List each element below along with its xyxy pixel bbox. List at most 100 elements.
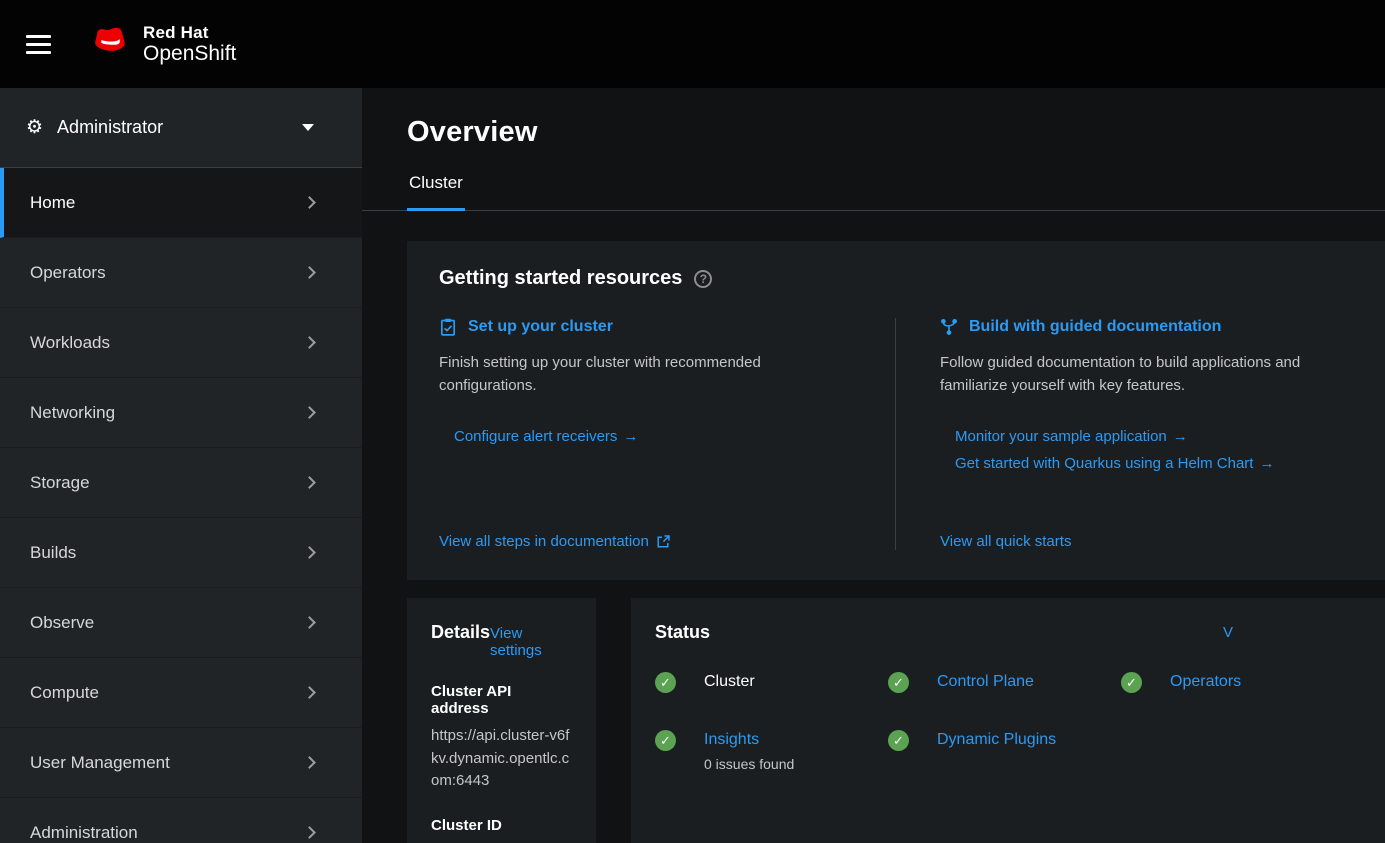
status-item-insights: ✓ Insights 0 issues found — [655, 731, 888, 772]
setup-cluster-link[interactable]: Set up your cluster — [439, 318, 867, 336]
details-card: Details View settings Cluster API addres… — [407, 598, 596, 843]
details-card-header: Details View settings — [431, 622, 572, 659]
sidebar-item-administration[interactable]: Administration — [0, 798, 362, 843]
operators-link[interactable]: Operators — [1170, 673, 1241, 691]
view-settings-link[interactable]: View settings — [490, 625, 572, 659]
link-label: Configure alert receivers — [454, 428, 617, 445]
hamburger-menu-icon[interactable] — [26, 35, 51, 54]
chevron-right-icon — [303, 196, 316, 209]
guided-documentation-column: Build with guided documentation Follow g… — [895, 318, 1385, 550]
sidebar-item-label: Home — [30, 193, 75, 213]
dashboard-cards-row: Details View settings Cluster API addres… — [407, 598, 1385, 843]
status-cluster-label: Cluster — [704, 673, 755, 691]
guided-links: Monitor your sample application → Get sta… — [940, 418, 1363, 482]
sidebar-item-storage[interactable]: Storage — [0, 448, 362, 518]
guided-documentation-description: Follow guided documentation to build app… — [940, 351, 1363, 398]
status-card-title: Status — [655, 622, 710, 642]
view-all-steps-link[interactable]: View all steps in documentation — [439, 533, 867, 550]
control-plane-link[interactable]: Control Plane — [937, 673, 1034, 691]
perspective-label: Administrator — [57, 117, 163, 138]
sidebar-nav: ⚙ Administrator Home Operators Workloads… — [0, 88, 362, 843]
chevron-right-icon — [303, 826, 316, 839]
chevron-right-icon — [303, 686, 316, 699]
status-card: Status V ✓ Cluster ✓ Control Plane ✓ Ope… — [631, 598, 1385, 843]
getting-started-columns: Set up your cluster Finish setting up yo… — [431, 318, 1385, 550]
view-all-quick-starts-link[interactable]: View all quick starts — [940, 533, 1363, 550]
configure-alert-receivers-link[interactable]: Configure alert receivers → — [439, 428, 867, 445]
tab-cluster[interactable]: Cluster — [407, 173, 465, 211]
insights-wrap: Insights 0 issues found — [704, 731, 794, 772]
cluster-api-address-label: Cluster API address — [431, 683, 572, 717]
guided-route-icon — [940, 318, 958, 336]
arrow-right-icon: → — [1259, 455, 1274, 472]
sidebar-item-label: Observe — [30, 613, 94, 633]
dashboard-content: Getting started resources ? Set up your … — [362, 211, 1385, 843]
chevron-right-icon — [303, 406, 316, 419]
check-circle-icon: ✓ — [655, 730, 676, 751]
sidebar-item-label: Administration — [30, 823, 138, 843]
sidebar-item-label: Builds — [30, 543, 76, 563]
check-circle-icon: ✓ — [655, 672, 676, 693]
arrow-right-icon: → — [623, 428, 638, 445]
sidebar-item-label: Compute — [30, 683, 99, 703]
insights-link[interactable]: Insights — [704, 731, 794, 749]
link-label: Get started with Quarkus using a Helm Ch… — [955, 455, 1253, 472]
sidebar-item-label: Storage — [30, 473, 90, 493]
perspective-switcher[interactable]: ⚙ Administrator — [0, 88, 362, 168]
sidebar-item-label: Workloads — [30, 333, 110, 353]
brand-logo[interactable]: Red Hat OpenShift — [87, 23, 236, 66]
status-item-dynamic-plugins: ✓ Dynamic Plugins — [888, 731, 1121, 772]
check-circle-icon: ✓ — [888, 672, 909, 693]
setup-cluster-description: Finish setting up your cluster with reco… — [439, 351, 799, 398]
sidebar-item-builds[interactable]: Builds — [0, 518, 362, 588]
page-header: Overview — [362, 88, 1385, 155]
quarkus-helm-chart-link[interactable]: Get started with Quarkus using a Helm Ch… — [940, 455, 1363, 472]
brand-text: Red Hat OpenShift — [143, 23, 236, 66]
link-label: View all steps in documentation — [439, 533, 649, 550]
status-grid: ✓ Cluster ✓ Control Plane ✓ Operators ✓ — [655, 673, 1361, 772]
details-card-title: Details — [431, 622, 490, 643]
tab-bar: Cluster — [362, 173, 1385, 211]
chevron-right-icon — [303, 616, 316, 629]
getting-started-title: Getting started resources — [439, 267, 682, 290]
chevron-right-icon — [303, 266, 316, 279]
monitor-sample-application-link[interactable]: Monitor your sample application → — [940, 428, 1363, 445]
status-item-control-plane: ✓ Control Plane — [888, 673, 1121, 693]
status-card-action-link-clipped[interactable]: V — [1223, 624, 1233, 641]
cluster-id-label: Cluster ID — [431, 817, 572, 834]
setup-links: Configure alert receivers → — [439, 418, 867, 455]
status-item-cluster: ✓ Cluster — [655, 673, 888, 693]
getting-started-header: Getting started resources ? — [431, 267, 1385, 290]
caret-down-icon — [302, 124, 314, 131]
arrow-right-icon: → — [1173, 428, 1188, 445]
help-question-icon[interactable]: ? — [694, 270, 712, 288]
page-title: Overview — [407, 116, 1385, 149]
chevron-right-icon — [303, 546, 316, 559]
cluster-api-address-value: https://api.cluster-v6fkv.dynamic.opentl… — [431, 725, 572, 793]
sidebar-item-operators[interactable]: Operators — [0, 238, 362, 308]
insights-issues-found: 0 issues found — [704, 756, 794, 772]
clipboard-check-icon — [439, 318, 457, 336]
sidebar-item-workloads[interactable]: Workloads — [0, 308, 362, 378]
check-circle-icon: ✓ — [888, 730, 909, 751]
dynamic-plugins-link[interactable]: Dynamic Plugins — [937, 731, 1056, 749]
chevron-right-icon — [303, 336, 316, 349]
sidebar-item-compute[interactable]: Compute — [0, 658, 362, 728]
chevron-right-icon — [303, 476, 316, 489]
sidebar-item-home[interactable]: Home — [0, 168, 362, 238]
external-link-icon — [657, 535, 670, 548]
red-hat-icon — [87, 27, 131, 60]
guided-documentation-link[interactable]: Build with guided documentation — [940, 318, 1363, 336]
sidebar-item-user-management[interactable]: User Management — [0, 728, 362, 798]
guided-documentation-label: Build with guided documentation — [969, 318, 1221, 336]
link-label: Monitor your sample application — [955, 428, 1167, 445]
brand-redhat-label: Red Hat — [143, 23, 236, 42]
check-circle-icon: ✓ — [1121, 672, 1142, 693]
sidebar-item-observe[interactable]: Observe — [0, 588, 362, 658]
getting-started-card: Getting started resources ? Set up your … — [407, 241, 1385, 580]
sidebar-item-networking[interactable]: Networking — [0, 378, 362, 448]
gear-icon: ⚙ — [26, 116, 43, 139]
chevron-right-icon — [303, 756, 316, 769]
masthead: Red Hat OpenShift — [0, 0, 1385, 88]
setup-cluster-column: Set up your cluster Finish setting up yo… — [431, 318, 895, 550]
